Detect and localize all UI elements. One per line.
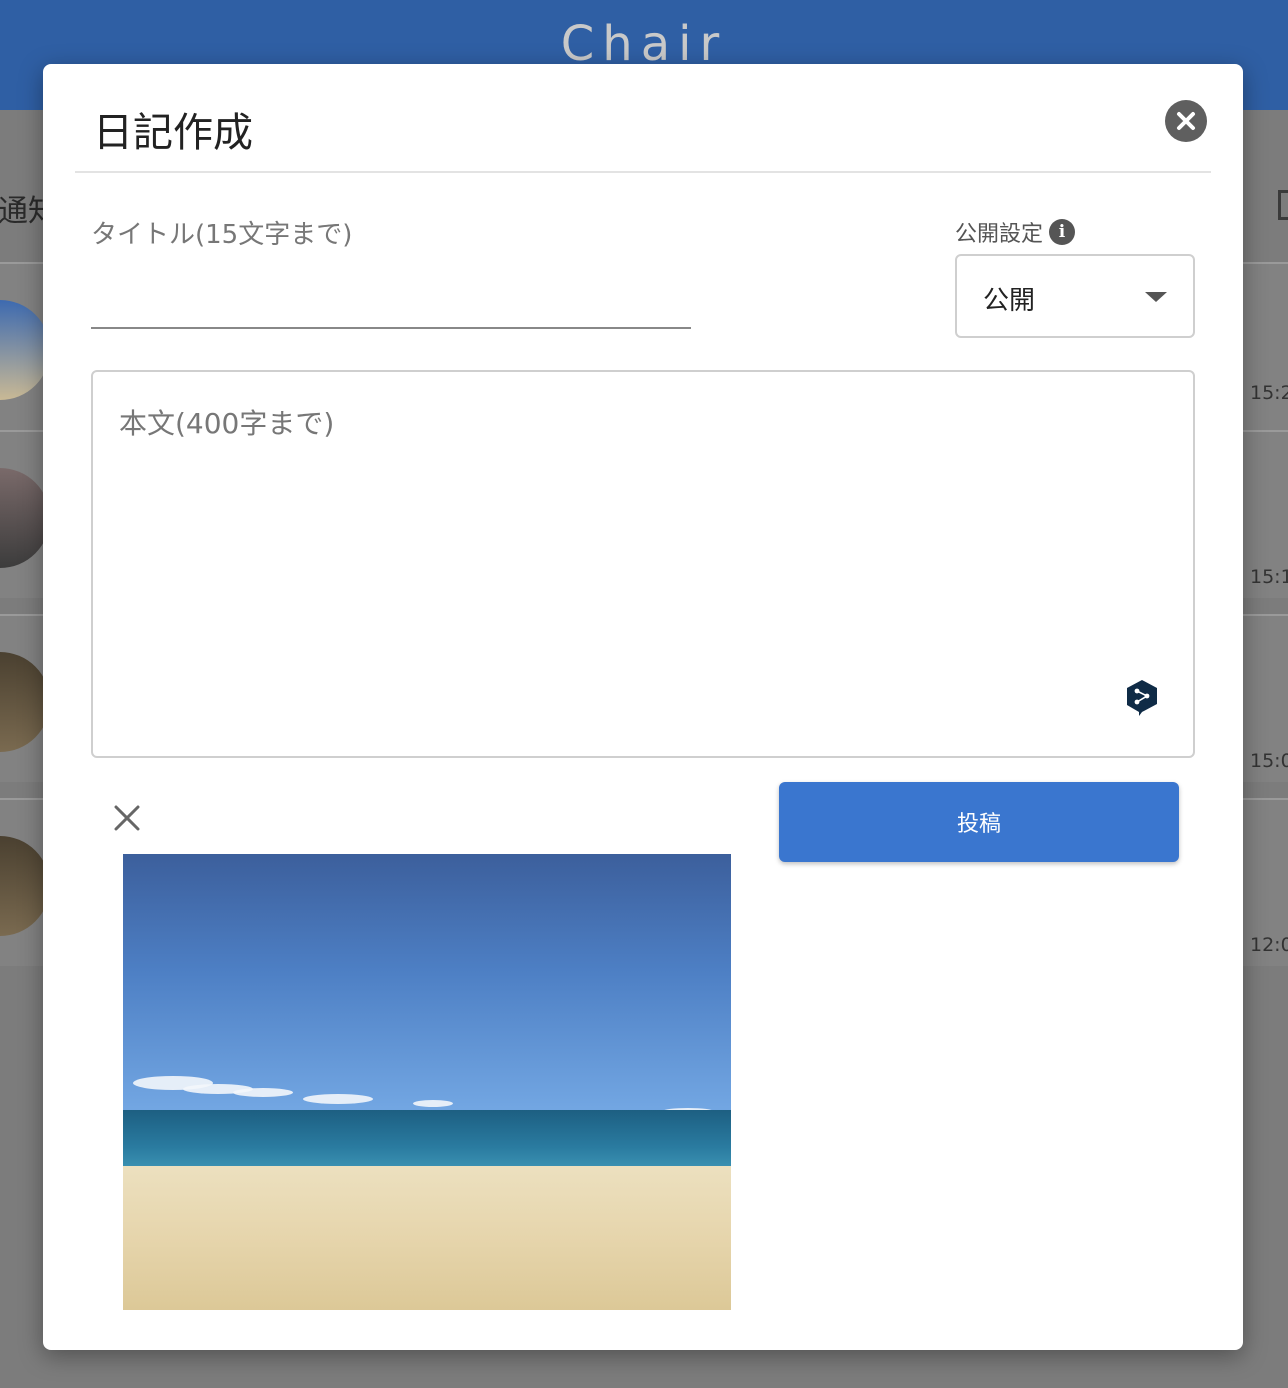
attached-photo	[123, 854, 731, 1310]
visibility-selected-value: 公開	[983, 286, 1036, 316]
post-button[interactable]: 投稿	[779, 782, 1179, 862]
body-placeholder: 本文(400字まで)	[119, 407, 335, 440]
photo-sand	[123, 1166, 731, 1310]
photo-cloud	[413, 1100, 453, 1107]
title-field-label: タイトル(15文字まで)	[91, 220, 353, 250]
photo-sky	[123, 854, 731, 1112]
close-icon	[1177, 112, 1195, 130]
create-diary-dialog: 日記作成 タイトル(15文字まで) 公開設定 i 公開 本文(400字まで) 投…	[43, 64, 1243, 1350]
body-textarea[interactable]: 本文(400字まで)	[91, 370, 1195, 758]
info-icon[interactable]: i	[1049, 219, 1076, 245]
chevron-down-icon	[1145, 292, 1167, 302]
title-input[interactable]	[91, 269, 691, 329]
photo-cloud	[303, 1094, 373, 1104]
photo-sea	[123, 1110, 731, 1172]
header-divider	[75, 171, 1211, 173]
photo-cloud	[233, 1088, 293, 1097]
close-button[interactable]	[1165, 100, 1207, 142]
visibility-label: 公開設定 i	[955, 216, 1076, 248]
visibility-label-text: 公開設定	[955, 222, 1044, 247]
deepl-icon[interactable]	[1125, 678, 1159, 718]
visibility-select[interactable]: 公開	[955, 254, 1195, 338]
dialog-title: 日記作成	[93, 110, 253, 156]
remove-image-icon[interactable]	[111, 802, 143, 834]
